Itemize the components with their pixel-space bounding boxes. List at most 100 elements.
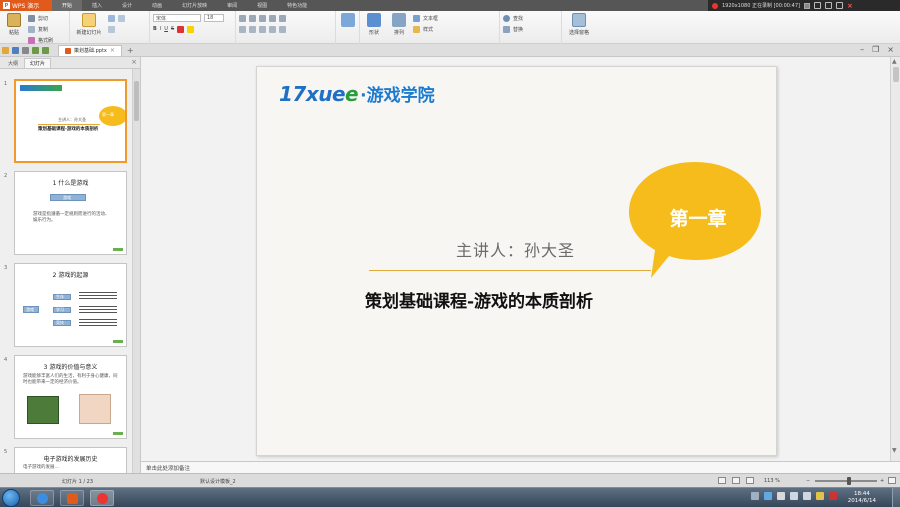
paste-button[interactable]: 粘贴 [3, 13, 25, 36]
taskbar-ie[interactable] [30, 490, 54, 506]
slide-title[interactable]: 策划基础课程-游戏的本质剖析 [365, 287, 593, 312]
redo-icon[interactable] [42, 46, 49, 54]
minimize-window-icon[interactable]: – [860, 45, 864, 54]
style-button[interactable]: 样式 [413, 25, 438, 33]
strikethrough-button[interactable]: S [171, 26, 174, 32]
justify-icon[interactable] [269, 25, 276, 33]
settings-icon[interactable] [824, 2, 832, 9]
chapter-badge-text[interactable]: 第一章 [655, 204, 741, 231]
text-effects-button[interactable] [339, 13, 356, 27]
zoom-slider[interactable] [815, 480, 877, 482]
pane-scroll-thumb[interactable] [134, 81, 139, 121]
zoom-slider-thumb[interactable] [847, 477, 852, 485]
close-window-icon[interactable]: × [887, 45, 894, 54]
close-icon[interactable]: × [847, 2, 853, 10]
close-pane-icon[interactable]: × [131, 58, 137, 66]
underline-button[interactable]: U [164, 26, 168, 32]
scroll-up-icon[interactable]: ▲ [892, 58, 897, 65]
align-center-icon[interactable] [249, 25, 256, 33]
close-tab-icon[interactable]: × [110, 47, 115, 54]
align-left-icon[interactable] [239, 25, 246, 33]
highlight-icon[interactable] [187, 25, 195, 33]
presenter-text[interactable]: 主讲人：孙大圣 [456, 237, 575, 261]
font-color-icon[interactable] [177, 25, 185, 33]
start-button[interactable] [2, 489, 20, 507]
menu-design[interactable]: 设计 [112, 0, 142, 11]
new-tab-icon[interactable]: + [127, 46, 134, 55]
save-icon[interactable] [12, 46, 19, 54]
print-icon[interactable] [22, 46, 29, 54]
section-icon[interactable] [108, 25, 115, 33]
arrange-button[interactable]: 排列 [388, 13, 410, 36]
slide-thumbnail-1[interactable]: 第一章 主讲人：孙大圣 策划基础课程-游戏的本质剖析 [14, 79, 127, 163]
line-spacing-icon[interactable] [279, 14, 286, 22]
select-pane-button[interactable]: 选择窗格 [565, 13, 593, 36]
show-desktop-button[interactable] [892, 488, 900, 507]
camera-icon[interactable] [813, 2, 821, 9]
cut-button[interactable]: 剪切 [28, 14, 53, 22]
text-direction-icon[interactable] [279, 25, 286, 33]
bold-button[interactable]: B [153, 26, 157, 32]
zoom-in-icon[interactable]: + [880, 478, 884, 484]
tab-slides[interactable]: 幻灯片 [24, 58, 52, 68]
tray-arrow-icon[interactable] [751, 492, 759, 500]
copy-button[interactable]: 复制 [28, 25, 53, 33]
minimize-icon[interactable] [835, 2, 843, 9]
bullets-icon[interactable] [239, 14, 246, 22]
find-button[interactable]: 查找 [503, 14, 523, 22]
tray-ime-icon[interactable] [829, 492, 837, 500]
new-slide-button[interactable]: 新建幻灯片 [73, 13, 105, 36]
tray-app-icon[interactable] [764, 492, 772, 500]
menu-animation[interactable]: 动画 [142, 0, 172, 11]
font-name-select[interactable]: 宋体 [153, 14, 201, 22]
menu-features[interactable]: 特色功能 [277, 0, 317, 11]
shape-button[interactable]: 形状 [363, 13, 385, 36]
notes-pane[interactable]: 单击此处添加备注 [141, 461, 900, 473]
slide-thumbnail-5[interactable]: 电子游戏的发展历史 电子游戏的发展... [14, 447, 127, 473]
menu-insert[interactable]: 插入 [82, 0, 112, 11]
stop-icon[interactable] [803, 2, 810, 9]
app-menu-button[interactable]: P WPS 演示 [0, 0, 52, 11]
record-icon[interactable] [712, 2, 718, 9]
volume-icon[interactable] [803, 492, 811, 500]
open-icon[interactable] [2, 46, 9, 54]
tray-flag-icon[interactable] [816, 492, 824, 500]
menu-view[interactable]: 视图 [247, 0, 277, 11]
format-painter-button[interactable]: 格式刷 [28, 36, 53, 44]
textbox-button[interactable]: 文本框 [413, 14, 438, 22]
pane-scrollbar[interactable] [132, 69, 140, 473]
document-tab[interactable]: 策划基础.pptx × [58, 44, 122, 56]
indent-increase-icon[interactable] [269, 14, 276, 22]
italic-button[interactable]: I [160, 26, 161, 32]
canvas-scroll-thumb[interactable] [893, 67, 899, 82]
numbering-icon[interactable] [249, 14, 256, 22]
scroll-down-icon[interactable]: ▼ [892, 447, 897, 454]
taskbar-clock[interactable]: 18:44 2014/6/14 [848, 491, 876, 505]
restore-window-icon[interactable]: ❐ [872, 45, 879, 54]
reset-icon[interactable] [118, 14, 125, 22]
tab-outline[interactable]: 大纲 [3, 58, 23, 68]
zoom-out-icon[interactable]: − [806, 478, 810, 484]
layout-icon[interactable] [108, 14, 115, 22]
canvas-vertical-scrollbar[interactable]: ▲ ▼ [890, 57, 900, 461]
taskbar-wps[interactable] [60, 490, 84, 506]
slide-thumbnail-2[interactable]: 1 什么是游戏 游戏 游戏是指遵循一定规则而进行的活动、娱乐行为。 [14, 171, 127, 255]
indent-decrease-icon[interactable] [259, 14, 266, 22]
current-slide[interactable]: 17xue e ·游戏学院 第一章 主讲人：孙大圣 策划基础课程-游戏的本质剖析 [256, 66, 777, 456]
slide-thumbnail-4[interactable]: 3 游戏的价值与意义 游戏能够丰富人们的生活，有利于身心健康，同时也能带来一定的… [14, 355, 127, 439]
align-right-icon[interactable] [259, 25, 266, 33]
menu-home[interactable]: 开始 [52, 0, 83, 11]
normal-view-icon[interactable] [718, 477, 726, 484]
sorter-view-icon[interactable] [732, 477, 740, 484]
menu-slideshow[interactable]: 幻灯片放映 [172, 0, 217, 11]
menu-review[interactable]: 审阅 [217, 0, 247, 11]
undo-icon[interactable] [32, 46, 39, 54]
slide-thumbnail-3[interactable]: 2 游戏的起源 游戏 生存 学习 竞技 [14, 263, 127, 347]
network-icon[interactable] [790, 492, 798, 500]
taskbar-recorder[interactable] [90, 490, 114, 506]
replace-button[interactable]: 替换 [503, 25, 523, 33]
tray-shield-icon[interactable] [777, 492, 785, 500]
slideshow-view-icon[interactable] [746, 477, 754, 484]
font-size-select[interactable]: 18 [204, 14, 224, 22]
fit-window-icon[interactable] [888, 477, 896, 484]
